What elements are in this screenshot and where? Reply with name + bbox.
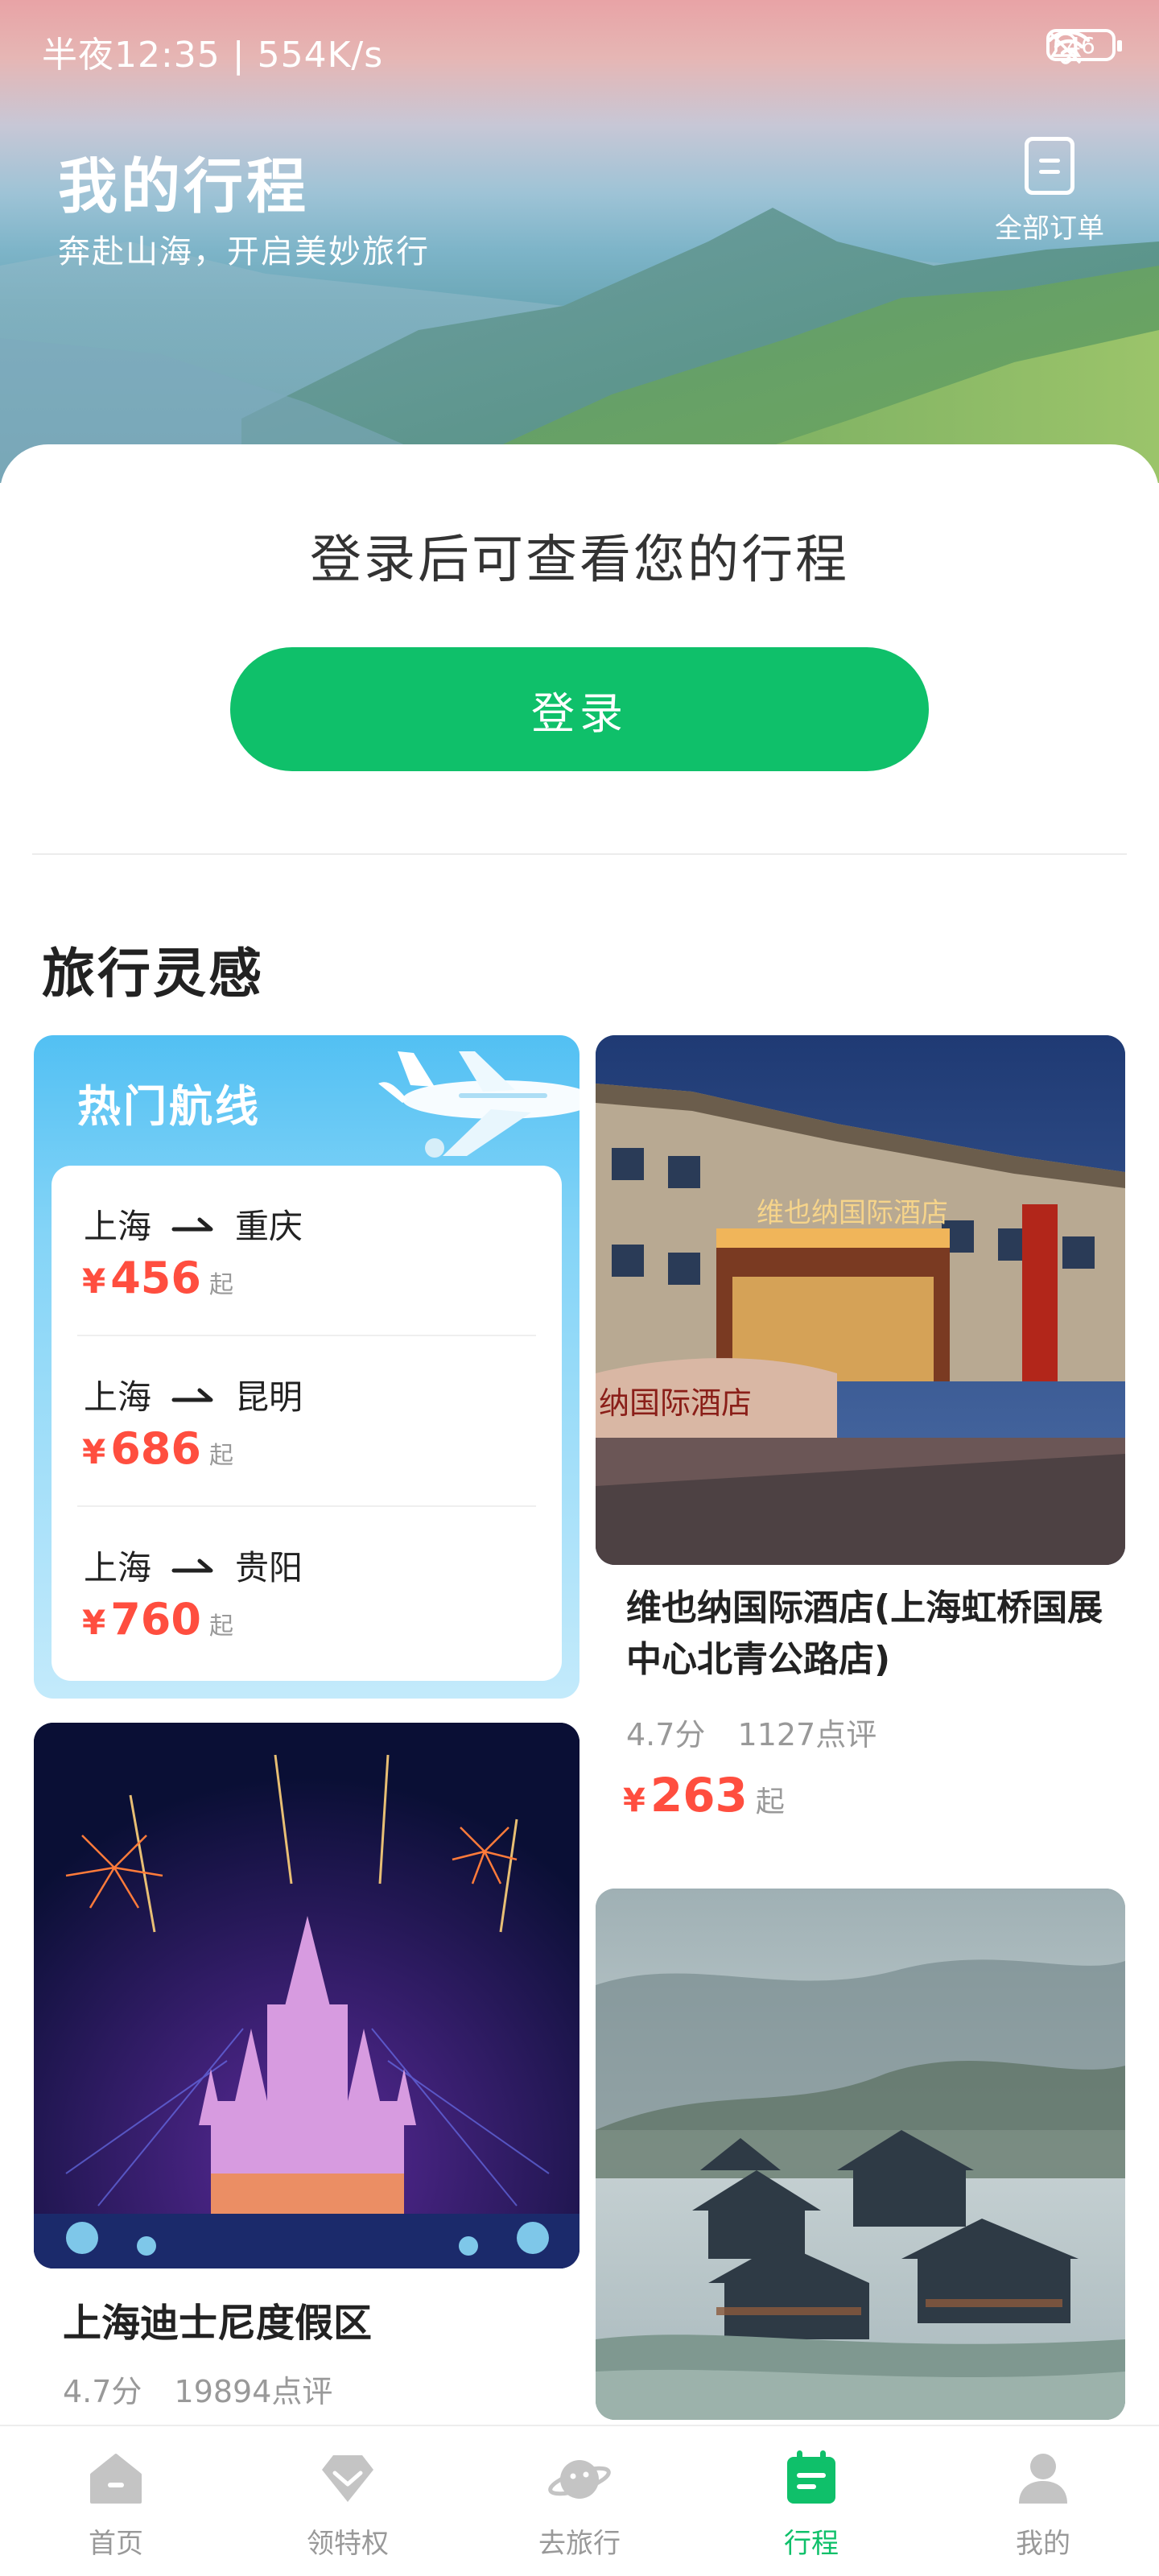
diamond-icon [322, 2455, 373, 2502]
disney-rating: 4.7分 [63, 2374, 142, 2409]
all-orders-button[interactable]: 全部订单 [985, 137, 1114, 258]
disney-castle-photo [34, 1723, 580, 2268]
route-cities: 上海 昆明 [84, 1370, 303, 1419]
route-price: ¥ 456 起 [82, 1253, 233, 1303]
bottom-nav: 首页 领特权 去旅行 行程 我的 [0, 2425, 1159, 2576]
order-list-icon [1025, 137, 1074, 195]
route-item[interactable]: 上海 昆明 ¥ 686 起 [52, 1336, 562, 1507]
status-time: 半夜12:35 | 554K/s [42, 35, 384, 76]
price-suffix: 起 [208, 1442, 233, 1470]
price-value: 263 [650, 1768, 748, 1823]
nav-item-itinerary[interactable]: 行程 [695, 2426, 927, 2576]
disney-card[interactable]: 上海迪士尼度假区 4.7分 19894点评 [34, 1723, 580, 2415]
hot-routes-title: 热门航线 [77, 1081, 261, 1132]
login-button[interactable]: 登录 [230, 647, 929, 771]
hotel-reviews: 1127点评 [737, 1717, 877, 1752]
hotel-rating: 4.7分 [626, 1717, 706, 1752]
home-icon [90, 2454, 142, 2504]
route-from: 上海 [84, 1377, 152, 1417]
route-to: 昆明 [235, 1377, 303, 1417]
airplane-icon [378, 1051, 580, 1158]
price-suffix: 起 [208, 1271, 233, 1299]
nav-item-travel[interactable]: 去旅行 [464, 2426, 695, 2576]
disney-meta: 4.7分 19894点评 [63, 2367, 332, 2411]
status-icons: 46 [1046, 29, 1122, 64]
nav-label: 首页 [89, 2528, 143, 2560]
hotel-meta: 4.7分 1127点评 [626, 1710, 876, 1754]
main-content: 登录后可查看您的行程 登录 旅行灵感 热门航线 上海 重庆 ¥ 456 起 上海… [0, 444, 1159, 2425]
status-bar: 半夜12:35 | 554K/s 46 [0, 0, 1159, 97]
village-card[interactable] [596, 1889, 1125, 2420]
nav-label: 行程 [784, 2528, 839, 2560]
hotel-price: ¥ 263 起 [623, 1768, 785, 1823]
price-value: 760 [110, 1594, 201, 1645]
hot-routes-card[interactable]: 热门航线 上海 重庆 ¥ 456 起 上海 昆明 ¥ 686 起 上海 贵阳 ¥… [34, 1035, 580, 1699]
arrow-right-icon [171, 1379, 216, 1411]
currency-symbol: ¥ [82, 1261, 106, 1301]
person-icon [1019, 2454, 1067, 2504]
nav-item-profile[interactable]: 我的 [927, 2426, 1159, 2576]
route-from: 上海 [84, 1548, 152, 1587]
battery-level: 46 [1066, 31, 1095, 59]
route-item[interactable]: 上海 重庆 ¥ 456 起 [52, 1166, 562, 1336]
route-to: 重庆 [235, 1207, 303, 1246]
disney-reviews: 19894点评 [174, 2374, 333, 2409]
route-price: ¥ 686 起 [82, 1423, 233, 1474]
hotel-sign: 维也纳国际酒店 [757, 1197, 948, 1229]
nav-label: 我的 [1016, 2528, 1070, 2560]
price-value: 686 [110, 1423, 201, 1474]
route-from: 上海 [84, 1207, 152, 1246]
section-title-inspiration: 旅行灵感 [42, 943, 264, 1005]
page-subtitle: 奔赴山海，开启美妙旅行 [58, 233, 430, 270]
hot-routes-list: 上海 重庆 ¥ 456 起 上海 昆明 ¥ 686 起 上海 贵阳 ¥ 760 … [52, 1166, 562, 1681]
hotel-wall-sign: 纳国际酒店 [599, 1385, 752, 1421]
login-prompt: 登录后可查看您的行程 [310, 530, 849, 590]
price-suffix: 起 [208, 1612, 233, 1641]
route-to: 贵阳 [235, 1548, 303, 1587]
price-value: 456 [110, 1253, 201, 1303]
arrow-right-icon [171, 1208, 216, 1241]
all-orders-label: 全部订单 [995, 213, 1104, 245]
nav-item-privileges[interactable]: 领特权 [232, 2426, 464, 2576]
currency-symbol: ¥ [623, 1782, 645, 1819]
disney-name: 上海迪士尼度假区 [63, 2301, 373, 2346]
divider [32, 853, 1127, 855]
nav-item-home[interactable]: 首页 [0, 2426, 232, 2576]
nav-label: 领特权 [307, 2528, 389, 2560]
route-price: ¥ 760 起 [82, 1594, 233, 1645]
planet-icon [548, 2460, 611, 2499]
hotel-photo: 维也纳国际酒店 纳国际酒店 [596, 1035, 1125, 1565]
price-suffix: 起 [755, 1785, 785, 1818]
calendar-icon [787, 2450, 835, 2504]
currency-symbol: ¥ [82, 1603, 106, 1642]
currency-symbol: ¥ [82, 1432, 106, 1472]
page-title: 我的行程 [58, 152, 309, 221]
hotel-card[interactable]: 维也纳国际酒店 纳国际酒店 维也纳国际酒店(上海虹桥国展中心北青公路店) 4.7… [596, 1035, 1125, 1840]
header-banner: 半夜12:35 | 554K/s 46 我的行程 奔赴山海，开启美妙旅行 全部订… [0, 0, 1159, 483]
arrow-right-icon [171, 1550, 216, 1582]
battery-indicator: 46 [1046, 29, 1122, 61]
route-cities: 上海 贵阳 [84, 1541, 303, 1590]
hotel-name: 维也纳国际酒店(上海虹桥国展中心北青公路店) [626, 1587, 1103, 1680]
misty-village-photo [596, 1889, 1125, 2420]
route-item[interactable]: 上海 贵阳 ¥ 760 起 [52, 1507, 562, 1678]
route-cities: 上海 重庆 [84, 1199, 303, 1249]
nav-label: 去旅行 [538, 2528, 621, 2560]
